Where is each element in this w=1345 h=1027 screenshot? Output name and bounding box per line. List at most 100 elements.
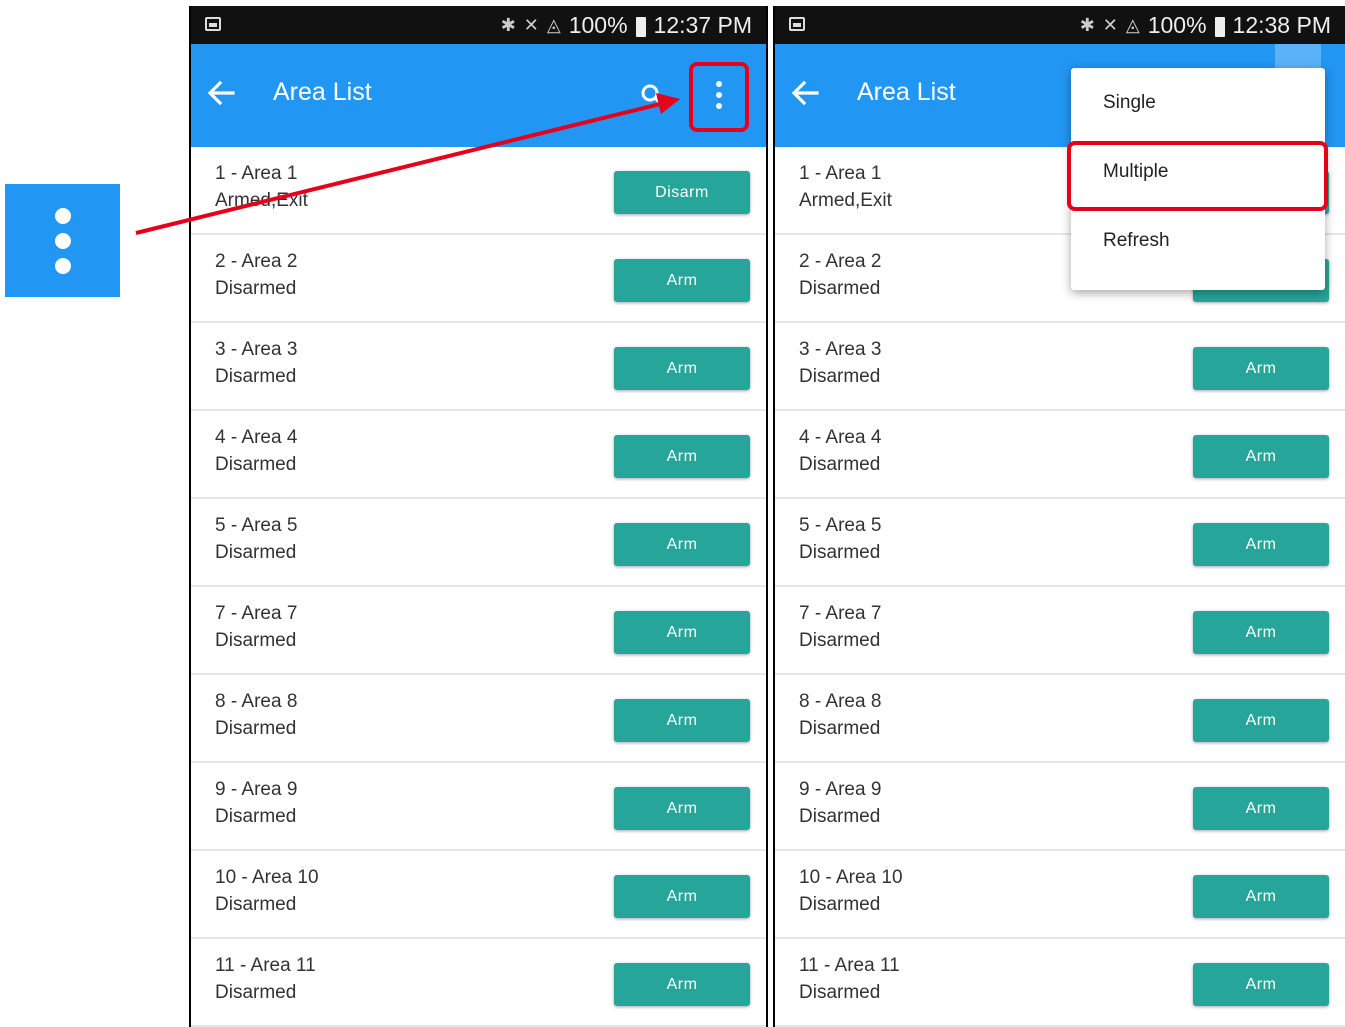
area-name: 4 - Area 4 bbox=[215, 427, 298, 448]
arm-button[interactable]: Arm bbox=[614, 435, 750, 478]
arm-button[interactable]: Arm bbox=[1193, 875, 1329, 918]
list-item[interactable]: 3 - Area 3 Disarmed Arm bbox=[191, 323, 766, 411]
area-state: Disarmed bbox=[215, 894, 297, 915]
area-state: Disarmed bbox=[215, 278, 297, 299]
area-name: 1 - Area 1 bbox=[215, 163, 298, 184]
arm-button[interactable]: Arm bbox=[614, 787, 750, 830]
area-name: 5 - Area 5 bbox=[215, 515, 298, 536]
list-item[interactable]: 4 - Area 4 Disarmed Arm bbox=[191, 411, 766, 499]
arm-button[interactable]: Arm bbox=[614, 611, 750, 654]
area-state: Disarmed bbox=[799, 542, 881, 563]
more-vert-icon bbox=[54, 207, 71, 274]
list-item[interactable]: 11 - Area 11 Disarmed Arm bbox=[191, 939, 766, 1027]
area-state: Disarmed bbox=[215, 806, 297, 827]
menu-item-single[interactable]: Single bbox=[1071, 68, 1325, 137]
battery-icon bbox=[1214, 17, 1225, 37]
list-item[interactable]: 10 - Area 10 Disarmed Arm bbox=[191, 851, 766, 939]
area-name: 11 - Area 11 bbox=[799, 955, 900, 976]
area-name: 7 - Area 7 bbox=[215, 603, 298, 624]
list-item[interactable]: 10 - Area 10 Disarmed Arm bbox=[775, 851, 1345, 939]
area-state: Disarmed bbox=[215, 366, 297, 387]
area-state: Disarmed bbox=[799, 278, 881, 299]
list-item[interactable]: 5 - Area 5 Disarmed Arm bbox=[775, 499, 1345, 587]
app-bar: Area List bbox=[191, 44, 766, 147]
list-item[interactable]: 5 - Area 5 Disarmed Arm bbox=[191, 499, 766, 587]
list-item[interactable]: 8 - Area 8 Disarmed Arm bbox=[191, 675, 766, 763]
list-item[interactable]: 7 - Area 7 Disarmed Arm bbox=[191, 587, 766, 675]
area-state: Disarmed bbox=[799, 982, 881, 1003]
arm-button[interactable]: Arm bbox=[614, 347, 750, 390]
area-name: 3 - Area 3 bbox=[799, 339, 882, 360]
arm-button[interactable]: Arm bbox=[1193, 347, 1329, 390]
area-state: Disarmed bbox=[215, 982, 297, 1003]
battery-text: 100% bbox=[1147, 12, 1207, 38]
arrow-left-icon[interactable] bbox=[205, 77, 237, 109]
mute-icon: ✕ bbox=[1102, 15, 1118, 35]
area-state: Disarmed bbox=[215, 454, 297, 475]
bluetooth-icon: ✱ bbox=[1079, 15, 1095, 35]
wifi-icon: ◬ bbox=[1125, 15, 1140, 35]
arm-button[interactable]: Arm bbox=[614, 259, 750, 302]
area-name: 10 - Area 10 bbox=[799, 867, 903, 888]
search-icon[interactable] bbox=[641, 84, 663, 106]
arm-button[interactable]: Arm bbox=[614, 523, 750, 566]
mute-icon: ✕ bbox=[523, 15, 539, 35]
arm-button[interactable]: Arm bbox=[1193, 787, 1329, 830]
area-name: 5 - Area 5 bbox=[799, 515, 882, 536]
arm-button[interactable]: Arm bbox=[614, 699, 750, 742]
area-name: 3 - Area 3 bbox=[215, 339, 298, 360]
highlight-box bbox=[1067, 141, 1328, 211]
area-name: 9 - Area 9 bbox=[799, 779, 882, 800]
list-item[interactable]: 7 - Area 7 Disarmed Arm bbox=[775, 587, 1345, 675]
area-name: 8 - Area 8 bbox=[799, 691, 882, 712]
arm-button[interactable]: Arm bbox=[1193, 699, 1329, 742]
area-name: 1 - Area 1 bbox=[799, 163, 882, 184]
area-state: Disarmed bbox=[799, 894, 881, 915]
list-item[interactable]: 1 - Area 1 Armed,Exit Disarm bbox=[191, 147, 766, 235]
list-item[interactable]: 2 - Area 2 Disarmed Arm bbox=[191, 235, 766, 323]
area-state: Disarmed bbox=[799, 630, 881, 651]
area-state: Disarmed bbox=[215, 542, 297, 563]
clock: 12:38 PM bbox=[1232, 12, 1331, 38]
screen-area-list-before: ✱ ✕ ◬ 100% 12:37 PM Area List 1 - Area 1… bbox=[189, 6, 768, 1027]
arm-button[interactable]: Arm bbox=[1193, 611, 1329, 654]
list-item[interactable]: 4 - Area 4 Disarmed Arm bbox=[775, 411, 1345, 499]
area-state: Disarmed bbox=[799, 806, 881, 827]
page-title: Area List bbox=[857, 78, 956, 106]
area-name: 8 - Area 8 bbox=[215, 691, 298, 712]
page-title: Area List bbox=[273, 78, 372, 106]
list-item[interactable]: 8 - Area 8 Disarmed Arm bbox=[775, 675, 1345, 763]
highlight-box bbox=[689, 62, 749, 132]
area-state: Armed,Exit bbox=[215, 190, 308, 211]
area-state: Disarmed bbox=[799, 366, 881, 387]
area-state: Armed,Exit bbox=[799, 190, 892, 211]
area-name: 10 - Area 10 bbox=[215, 867, 319, 888]
arm-button[interactable]: Arm bbox=[1193, 963, 1329, 1006]
clock: 12:37 PM bbox=[653, 12, 752, 38]
area-list: 1 - Area 1 Armed,Exit Disarm 2 - Area 2 Disa… bbox=[191, 147, 766, 1027]
list-item[interactable]: 9 - Area 9 Disarmed Arm bbox=[775, 763, 1345, 851]
area-name: 2 - Area 2 bbox=[799, 251, 882, 272]
battery-icon bbox=[635, 17, 646, 37]
area-name: 9 - Area 9 bbox=[215, 779, 298, 800]
area-name: 2 - Area 2 bbox=[215, 251, 298, 272]
area-state: Disarmed bbox=[215, 630, 297, 651]
arrow-left-icon[interactable] bbox=[789, 77, 821, 109]
menu-item-refresh[interactable]: Refresh bbox=[1071, 206, 1325, 275]
arm-button[interactable]: Arm bbox=[1193, 523, 1329, 566]
area-name: 11 - Area 11 bbox=[215, 955, 316, 976]
wifi-icon: ◬ bbox=[546, 15, 561, 35]
list-item[interactable]: 9 - Area 9 Disarmed Arm bbox=[191, 763, 766, 851]
list-item[interactable]: 11 - Area 11 Disarmed Arm bbox=[775, 939, 1345, 1027]
notification-icon bbox=[205, 17, 221, 31]
list-item[interactable]: 3 - Area 3 Disarmed Arm bbox=[775, 323, 1345, 411]
area-state: Disarmed bbox=[215, 718, 297, 739]
arm-button[interactable]: Arm bbox=[1193, 435, 1329, 478]
disarm-button[interactable]: Disarm bbox=[614, 171, 750, 214]
area-state: Disarmed bbox=[799, 718, 881, 739]
area-name: 7 - Area 7 bbox=[799, 603, 882, 624]
arm-button[interactable]: Arm bbox=[614, 963, 750, 1006]
screen-area-list-menu-open: ✱ ✕ ◬ 100% 12:38 PM Area List 1 - Area 1… bbox=[773, 6, 1345, 1027]
notification-icon bbox=[789, 17, 805, 31]
arm-button[interactable]: Arm bbox=[614, 875, 750, 918]
